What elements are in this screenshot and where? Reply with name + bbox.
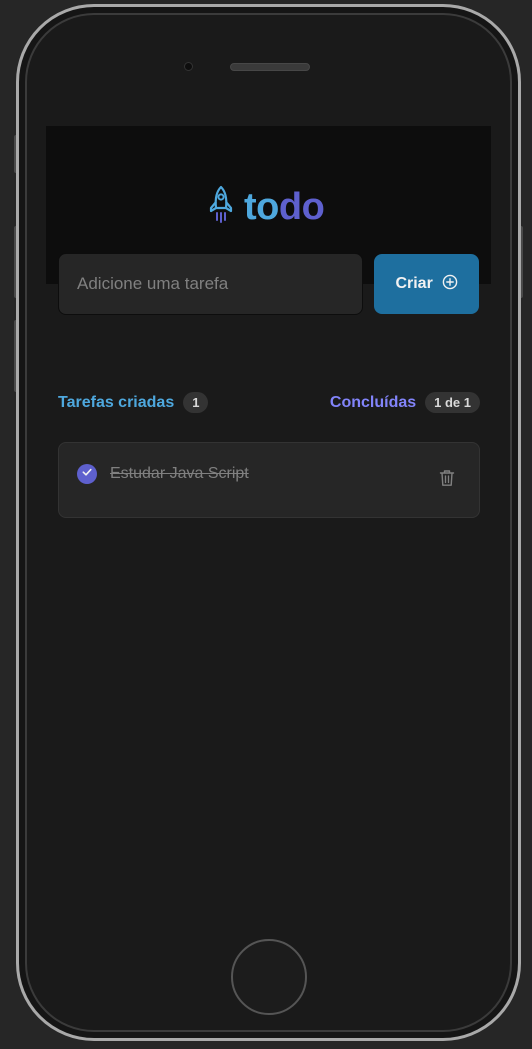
new-task-input[interactable] (58, 253, 364, 315)
task-item: Estudar Java Script (58, 442, 480, 518)
earpiece-speaker (230, 63, 310, 71)
created-label: Tarefas criadas (58, 393, 175, 411)
create-task-button[interactable]: Criar (374, 254, 479, 314)
create-button-label: Criar (395, 275, 433, 292)
app-title-part1: to (244, 186, 279, 228)
task-done-checkbox[interactable] (77, 464, 97, 484)
done-count-badge: 1 de 1 (425, 392, 480, 413)
app-logo: todo (206, 184, 325, 231)
front-camera (184, 62, 193, 71)
task-text: Estudar Java Script (110, 465, 249, 482)
app-title: todo (244, 186, 325, 229)
created-count-badge: 1 (183, 392, 209, 413)
done-label: Concluídas (329, 393, 417, 411)
created-counter: Tarefas criadas 1 (58, 392, 209, 413)
trash-icon (439, 469, 455, 492)
delete-task-button[interactable] (435, 468, 459, 492)
app-title-part2: do (278, 186, 325, 228)
new-task-form: Criar (58, 253, 479, 315)
task-summary: Tarefas criadas 1 Concluídas 1 de 1 (58, 392, 480, 413)
check-icon (81, 465, 93, 483)
task-list: Estudar Java Script (58, 442, 480, 518)
app-screen: todo Criar Tarefas criadas 1 (46, 126, 491, 920)
rocket-icon (206, 184, 236, 231)
done-counter: Concluídas 1 de 1 (330, 392, 480, 413)
device-stage: todo Criar Tarefas criadas 1 (0, 0, 532, 1049)
home-button[interactable] (231, 939, 307, 1015)
plus-circle-icon (442, 274, 458, 295)
